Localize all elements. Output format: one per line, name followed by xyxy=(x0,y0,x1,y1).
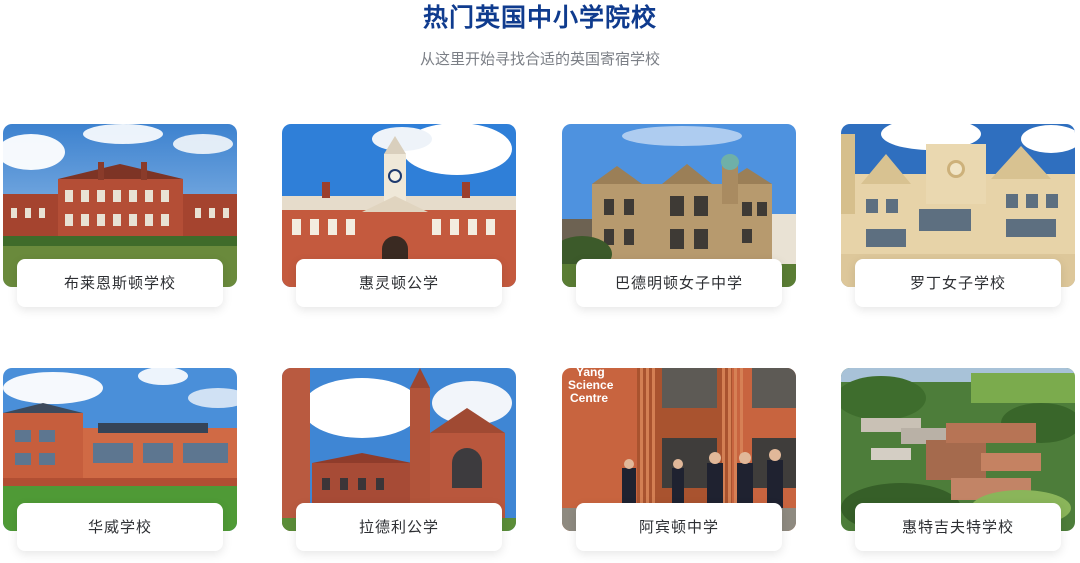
school-name-abingdon[interactable]: 阿宾顿中学 xyxy=(576,503,782,551)
sign-text: Science xyxy=(568,378,614,392)
school-name-badminton[interactable]: 巴德明顿女子中学 xyxy=(576,259,782,307)
school-name-warwick[interactable]: 华威学校 xyxy=(17,503,223,551)
school-name-whitgift[interactable]: 惠特吉夫特学校 xyxy=(855,503,1061,551)
school-name-bryanston[interactable]: 布莱恩斯顿学校 xyxy=(17,259,223,307)
sign-text: Centre xyxy=(570,391,608,405)
school-name-radley-college[interactable]: 拉德利公学 xyxy=(296,503,502,551)
school-name-roedean[interactable]: 罗丁女子学校 xyxy=(855,259,1061,307)
page-subtitle: 从这里开始寻找合适的英国寄宿学校 xyxy=(419,50,660,68)
page-title: 热门英国中小学院校 xyxy=(422,3,657,32)
school-name-wellington-college[interactable]: 惠灵顿公学 xyxy=(296,259,502,307)
